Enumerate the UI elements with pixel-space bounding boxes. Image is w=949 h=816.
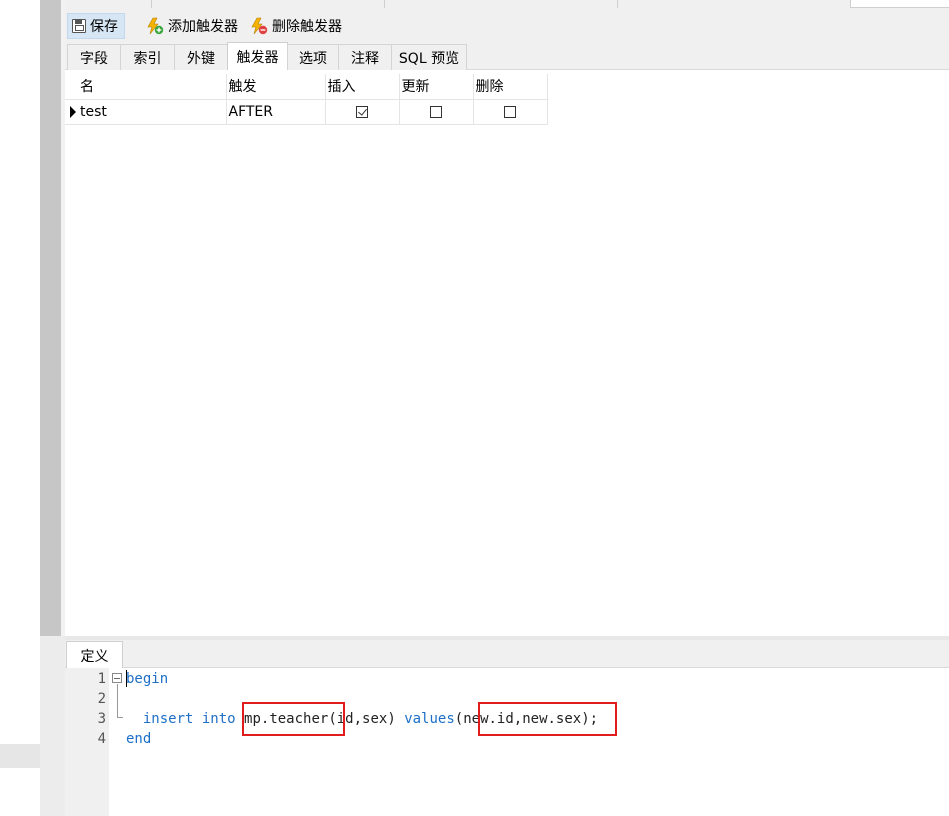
line-number: 3 xyxy=(97,711,106,727)
delete-trigger-button[interactable]: 删除触发器 xyxy=(246,13,346,39)
save-button[interactable]: 保存 xyxy=(67,13,125,39)
add-trigger-button[interactable]: 添加触发器 xyxy=(142,13,242,39)
top-tab-strip xyxy=(65,0,949,8)
current-row-indicator xyxy=(65,99,78,125)
keyword-end: end xyxy=(126,731,152,747)
keyword-insert: insert xyxy=(142,711,194,727)
definition-tabs: 定义 xyxy=(65,640,949,669)
add-trigger-icon xyxy=(146,17,164,35)
tab-triggers[interactable]: 触发器 xyxy=(227,42,288,71)
left-scrollbar[interactable] xyxy=(40,0,61,636)
tab-fields[interactable]: 字段 xyxy=(67,44,121,70)
top-tab-divider xyxy=(384,0,385,8)
insert-cell[interactable] xyxy=(325,99,400,125)
add-trigger-label: 添加触发器 xyxy=(168,19,238,35)
tab-sql-preview[interactable]: SQL 预览 xyxy=(391,44,467,70)
fold-guide-end xyxy=(117,717,123,718)
column-header-trigger[interactable]: 触发 xyxy=(226,74,326,100)
trigger-timing-cell[interactable]: AFTER xyxy=(226,99,326,125)
fold-collapse-icon[interactable] xyxy=(112,673,122,683)
designer-tabs: 字段 索引 外键 触发器 选项 注释 SQL 预览 xyxy=(65,42,949,71)
code-line-1: begin xyxy=(126,669,168,689)
triggers-table: 名 触发 插入 更新 删除 test AFTER xyxy=(65,74,548,125)
code-line-4: end xyxy=(126,729,151,749)
tab-indexes[interactable]: 索引 xyxy=(120,44,175,70)
highlight-table-name xyxy=(242,702,345,736)
row-indicator-header xyxy=(65,74,78,100)
app-window: 保存 添加触发器 删除触发器 字段 索引 外键 触发器 选项 注释 SQL 预览… xyxy=(0,0,949,816)
left-lower-panel xyxy=(40,636,65,816)
column-header-update[interactable]: 更新 xyxy=(399,74,474,100)
floppy-disk-icon xyxy=(72,19,86,33)
triggers-grid-area: 名 触发 插入 更新 删除 test AFTER xyxy=(65,70,949,636)
delete-checkbox[interactable] xyxy=(504,105,516,118)
update-cell[interactable] xyxy=(399,99,474,125)
table-header-row: 名 触发 插入 更新 删除 xyxy=(65,74,548,100)
column-header-delete[interactable]: 删除 xyxy=(473,74,548,100)
tab-foreign-keys[interactable]: 外键 xyxy=(174,44,228,70)
keyword-into: into xyxy=(201,711,236,727)
sql-editor[interactable]: 1 2 3 4 begin insert into mp.teacher(id,… xyxy=(65,668,949,816)
left-margin xyxy=(0,0,40,816)
top-tab-divider xyxy=(617,0,618,8)
delete-cell[interactable] xyxy=(473,99,548,125)
column-header-name[interactable]: 名 xyxy=(78,74,227,100)
top-right-tab[interactable] xyxy=(850,0,949,8)
keyword-begin: begin xyxy=(126,671,169,687)
tab-definition[interactable]: 定义 xyxy=(66,641,123,669)
line-number-gutter: 1 2 3 4 xyxy=(65,668,109,816)
line-number: 1 xyxy=(97,671,106,687)
fold-guide xyxy=(117,684,118,718)
top-tab-divider xyxy=(151,0,152,8)
toolbar: 保存 添加触发器 删除触发器 xyxy=(65,8,949,42)
update-checkbox[interactable] xyxy=(430,105,442,118)
delete-trigger-icon xyxy=(250,17,268,35)
trigger-name-cell[interactable]: test xyxy=(78,99,227,125)
save-button-label: 保存 xyxy=(90,19,118,35)
row-pointer-icon xyxy=(70,105,76,118)
tab-comments[interactable]: 注释 xyxy=(338,44,392,70)
column-header-insert[interactable]: 插入 xyxy=(325,74,400,100)
left-panel-selection xyxy=(0,744,40,768)
tab-options[interactable]: 选项 xyxy=(287,44,339,70)
highlight-values xyxy=(478,702,617,736)
line-number: 4 xyxy=(97,731,106,747)
insert-checkbox[interactable] xyxy=(356,105,368,118)
table-row[interactable]: test AFTER xyxy=(65,99,548,125)
keyword-values: values xyxy=(404,711,455,727)
line-number: 2 xyxy=(97,691,106,707)
delete-trigger-label: 删除触发器 xyxy=(272,19,342,35)
